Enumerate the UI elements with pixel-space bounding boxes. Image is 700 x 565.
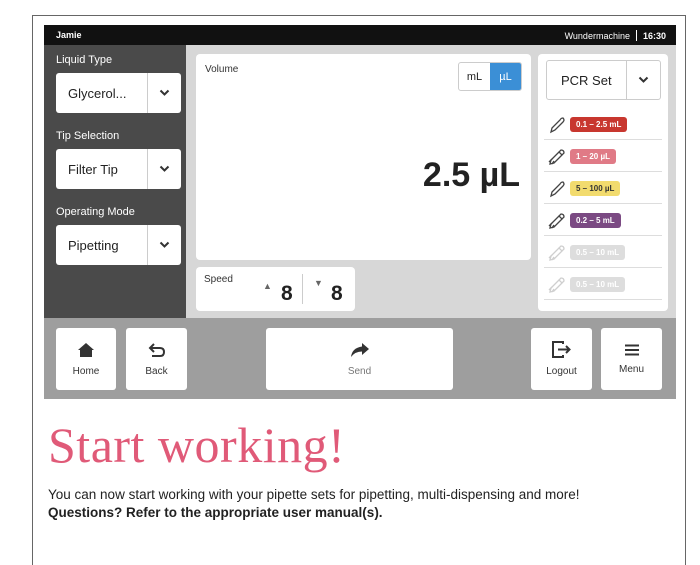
- device-name: Wundermachine: [564, 30, 630, 41]
- operating-mode-select[interactable]: Pipetting: [56, 225, 181, 265]
- pipette-range-badge: 0.2 – 5 mL: [570, 213, 621, 228]
- bottom-nav-bar: Home Back Send Logout Menu: [44, 318, 676, 399]
- speed-label: Speed: [204, 274, 233, 285]
- manual-reference-text: Questions? Refer to the appropriate user…: [48, 505, 383, 520]
- pipette-range-badge: 1 – 20 µL: [570, 149, 616, 164]
- speed-divider: [302, 274, 303, 304]
- aspirate-arrow-up-icon: ▲: [263, 281, 272, 291]
- tip-selection-label: Tip Selection: [56, 130, 120, 142]
- menu-button[interactable]: Menu: [601, 328, 662, 390]
- speed-panel[interactable]: Speed ▲ 8 ▼ 8: [196, 267, 355, 311]
- volume-value: 2.5 µL: [422, 156, 520, 194]
- home-button[interactable]: Home: [56, 328, 116, 390]
- dispense-speed-value[interactable]: 8: [331, 282, 343, 306]
- logout-icon: [551, 341, 571, 358]
- liquid-type-value: Glycerol...: [68, 85, 127, 101]
- pipette-multi-icon: [544, 243, 570, 263]
- send-arrow-icon: [350, 342, 369, 357]
- aspirate-speed-value[interactable]: 8: [281, 282, 293, 306]
- unit-ml-button[interactable]: mL: [459, 63, 490, 90]
- volume-label: Volume: [205, 64, 239, 75]
- back-icon: [148, 342, 165, 357]
- page-frame: Jamie Wundermachine 16:30 Liquid Type Gl…: [32, 15, 686, 565]
- pipette-range-badge: 0.5 – 10 mL: [570, 245, 626, 260]
- send-label: Send: [347, 365, 372, 377]
- back-label: Back: [145, 365, 168, 377]
- chevron-down-icon[interactable]: [147, 149, 181, 189]
- liquid-type-select[interactable]: Glycerol...: [56, 73, 181, 113]
- status-bar: Jamie Wundermachine 16:30: [44, 25, 676, 45]
- volume-panel[interactable]: Volume mL µL 2.5 µL: [196, 54, 531, 260]
- pipette-row[interactable]: 5 – 100 µL: [544, 174, 662, 204]
- operating-mode-value: Pipetting: [68, 237, 119, 253]
- pipette-range-badge: 0.5 – 10 mL: [570, 277, 626, 292]
- back-button[interactable]: Back: [126, 328, 187, 390]
- user-name: Jamie: [56, 30, 82, 40]
- operating-mode-label: Operating Mode: [56, 206, 135, 218]
- tip-selection-value: Filter Tip: [68, 161, 118, 177]
- page-title: Start working!: [48, 417, 346, 473]
- chevron-down-icon[interactable]: [147, 73, 181, 113]
- tip-selection-select[interactable]: Filter Tip: [56, 149, 181, 189]
- home-label: Home: [72, 365, 100, 377]
- pipette-set-value: PCR Set: [561, 72, 612, 88]
- pipette-row[interactable]: 0.2 – 5 mL: [544, 206, 662, 236]
- page-description: You can now start working with your pipe…: [48, 486, 658, 522]
- hamburger-menu-icon: [624, 344, 639, 355]
- logout-label: Logout: [546, 366, 577, 377]
- unit-toggle[interactable]: mL µL: [458, 62, 522, 91]
- home-icon: [78, 342, 94, 357]
- liquid-type-label: Liquid Type: [56, 54, 113, 66]
- settings-sidebar: Liquid Type Glycerol... Tip Selection Fi…: [44, 45, 186, 318]
- chevron-down-icon[interactable]: [147, 225, 181, 265]
- pipette-set-select[interactable]: PCR Set: [546, 60, 661, 100]
- chevron-down-icon[interactable]: [626, 61, 660, 99]
- pipette-row: 0.5 – 10 mL: [544, 270, 662, 300]
- pipette-range-badge: 0.1 – 2.5 mL: [570, 117, 628, 132]
- pipette-icon: [544, 116, 570, 134]
- pipette-multi-icon: [544, 211, 570, 231]
- pipette-range-badge: 5 – 100 µL: [570, 181, 621, 196]
- pipette-multi-icon: [544, 147, 570, 167]
- send-button[interactable]: Send: [266, 328, 453, 390]
- pipette-set-panel: PCR Set 0.1 – 2.5 mL 1 – 20 µL 5 – 100 µL 0…: [538, 54, 668, 311]
- pipette-multi-icon: [544, 275, 570, 295]
- unit-ul-button[interactable]: µL: [490, 63, 521, 90]
- description-text: You can now start working with your pipe…: [48, 487, 580, 502]
- pipette-row[interactable]: 1 – 20 µL: [544, 142, 662, 172]
- dispense-arrow-down-icon: ▼: [314, 278, 323, 288]
- menu-label: Menu: [618, 363, 644, 375]
- pipette-icon: [544, 180, 570, 198]
- clock: 16:30: [642, 30, 666, 41]
- pipette-row: 0.5 – 10 mL: [544, 238, 662, 268]
- device-screen: Jamie Wundermachine 16:30 Liquid Type Gl…: [44, 25, 676, 399]
- status-separator: [635, 30, 637, 41]
- pipette-row[interactable]: 0.1 – 2.5 mL: [544, 110, 662, 140]
- logout-button[interactable]: Logout: [531, 328, 592, 390]
